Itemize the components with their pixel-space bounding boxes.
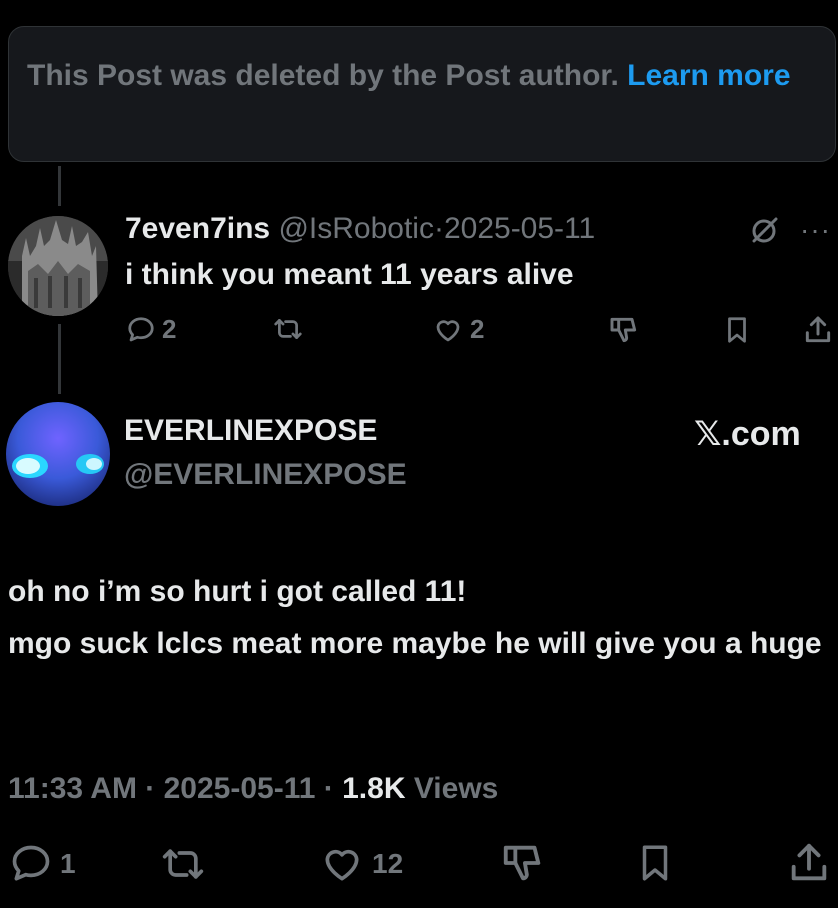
like-icon: [325, 849, 359, 881]
reply-reply-count: 2: [162, 314, 177, 344]
avatar[interactable]: [8, 216, 108, 316]
post-share-button[interactable]: [786, 840, 832, 886]
post-meta: 11:33 AM · 2025-05-11 · 1.8K Views: [8, 772, 499, 805]
reply-header: 7even7ins @IsRobotic·2025-05-11: [125, 212, 595, 246]
x-logo: 𝕏.com: [694, 415, 801, 453]
dislike-icon: [610, 317, 637, 343]
reply-dislike-button[interactable]: [608, 314, 640, 346]
post-text: oh no i’m so hurt i got called 11! mgo s…: [8, 575, 822, 660]
learn-more-link[interactable]: Learn more: [627, 59, 790, 92]
reply-icon: [128, 316, 154, 341]
reply-share-button[interactable]: [802, 314, 834, 346]
post-views-label: Views: [413, 772, 499, 805]
more-icon[interactable]: ···: [800, 214, 831, 246]
post-reply-button[interactable]: 1: [8, 842, 76, 886]
deleted-post-notice: This Post was deleted by the Post author…: [8, 26, 836, 162]
reply-text: i think you meant 11 years alive: [125, 258, 574, 291]
post-reply-count: 1: [60, 848, 76, 879]
share-icon: [805, 316, 831, 343]
repost-icon: [162, 849, 204, 879]
post-views-count: 1.8K: [342, 772, 406, 805]
post-like-count: 12: [372, 848, 404, 879]
like-icon: [436, 319, 460, 341]
reply-handle[interactable]: @IsRobotic: [278, 212, 434, 245]
share-icon: [791, 843, 827, 881]
reply-separator: ·: [433, 212, 444, 245]
bookmark-icon: [642, 845, 668, 881]
post-date[interactable]: 2025-05-11: [164, 772, 316, 805]
grok-icon[interactable]: [748, 214, 780, 251]
reply-reply-button[interactable]: 2: [126, 314, 176, 345]
reply-icon: [12, 845, 50, 881]
thread-line-bottom: [58, 324, 61, 394]
post-repost-button[interactable]: [158, 842, 208, 886]
reply-like-count: 2: [470, 314, 485, 344]
post-like-button[interactable]: 12: [318, 842, 403, 886]
post-handle[interactable]: @EVERLINEXPOSE: [124, 458, 407, 492]
reply-repost-button[interactable]: [272, 314, 304, 344]
repost-icon: [274, 319, 302, 339]
post-time[interactable]: 11:33 AM: [8, 772, 137, 805]
post-display-name[interactable]: EVERLINEXPOSE: [124, 414, 377, 448]
post-dislike-button[interactable]: [500, 840, 546, 886]
post-bookmark-button[interactable]: [634, 840, 676, 886]
avatar[interactable]: [6, 402, 110, 506]
bookmark-icon: [728, 317, 746, 343]
deleted-notice-text: This Post was deleted by the Post author…: [27, 59, 619, 92]
reply-bookmark-button[interactable]: [722, 314, 752, 346]
reply-date[interactable]: 2025-05-11: [444, 212, 595, 245]
reply-display-name[interactable]: 7even7ins: [125, 212, 270, 245]
dislike-icon: [503, 845, 541, 881]
reply-like-button[interactable]: 2: [432, 314, 484, 345]
thread-line-top: [58, 166, 61, 206]
